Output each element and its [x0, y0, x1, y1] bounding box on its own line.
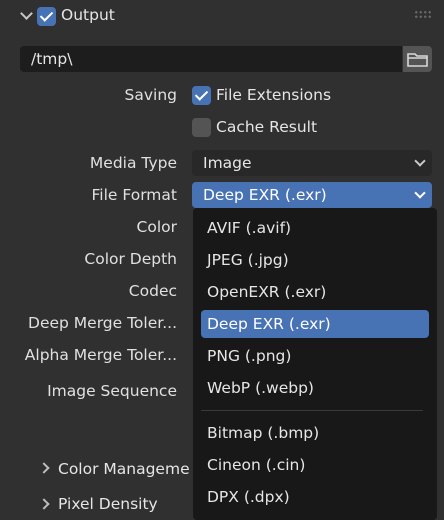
menu-item-png[interactable]: PNG (.png): [201, 342, 429, 370]
menu-item-webp[interactable]: WebP (.webp): [201, 374, 429, 402]
collapse-chevron-icon[interactable]: [20, 7, 33, 20]
menu-item-cineon[interactable]: Cineon (.cin): [201, 451, 429, 479]
menu-item-deep-exr[interactable]: Deep EXR (.exr): [201, 310, 429, 338]
saving-label: Saving: [124, 86, 177, 104]
file-format-value: Deep EXR (.exr): [203, 186, 327, 204]
file-format-dropdown[interactable]: Deep EXR (.exr): [192, 182, 432, 208]
output-enable-checkbox[interactable]: [37, 7, 56, 26]
color-management-header[interactable]: Color Manageme: [58, 460, 190, 478]
image-sequence-label: Image Sequence: [47, 382, 177, 400]
file-format-label: File Format: [91, 186, 178, 204]
menu-separator: [201, 410, 423, 411]
color-management-expand-icon[interactable]: [38, 462, 50, 474]
menu-item-avif[interactable]: AVIF (.avif): [201, 214, 429, 242]
menu-item-jpeg[interactable]: JPEG (.jpg): [201, 246, 429, 274]
pixel-density-expand-icon[interactable]: [38, 498, 50, 510]
codec-label: Codec: [128, 282, 177, 300]
output-path-value: /tmp\: [31, 50, 73, 68]
media-type-label: Media Type: [89, 154, 177, 172]
file-extensions-label[interactable]: File Extensions: [216, 86, 331, 104]
pixel-density-header[interactable]: Pixel Density: [58, 495, 158, 513]
menu-item-bitmap[interactable]: Bitmap (.bmp): [201, 419, 429, 447]
chevron-down-icon: [414, 187, 426, 199]
folder-icon: [407, 53, 428, 67]
cache-result-label[interactable]: Cache Result: [216, 118, 317, 136]
menu-item-dpx[interactable]: DPX (.dpx): [201, 483, 429, 511]
file-format-menu: AVIF (.avif) JPEG (.jpg) OpenEXR (.exr) …: [193, 208, 437, 520]
deep-merge-tolerance-label: Deep Merge Toler...: [28, 314, 177, 332]
panel-title: Output: [61, 6, 115, 24]
chevron-down-icon: [414, 155, 426, 167]
color-depth-label: Color Depth: [84, 250, 177, 268]
output-path-field[interactable]: /tmp\: [20, 46, 402, 72]
file-extensions-checkbox[interactable]: [192, 86, 211, 105]
menu-item-openexr[interactable]: OpenEXR (.exr): [201, 278, 429, 306]
media-type-value: Image: [203, 154, 252, 172]
cache-result-checkbox[interactable]: [192, 118, 211, 137]
folder-browse-button[interactable]: [403, 46, 432, 72]
media-type-dropdown[interactable]: Image: [192, 150, 432, 176]
color-label: Color: [136, 218, 177, 236]
drag-handle-icon[interactable]: [414, 10, 432, 20]
alpha-merge-tolerance-label: Alpha Merge Toler...: [24, 346, 177, 364]
